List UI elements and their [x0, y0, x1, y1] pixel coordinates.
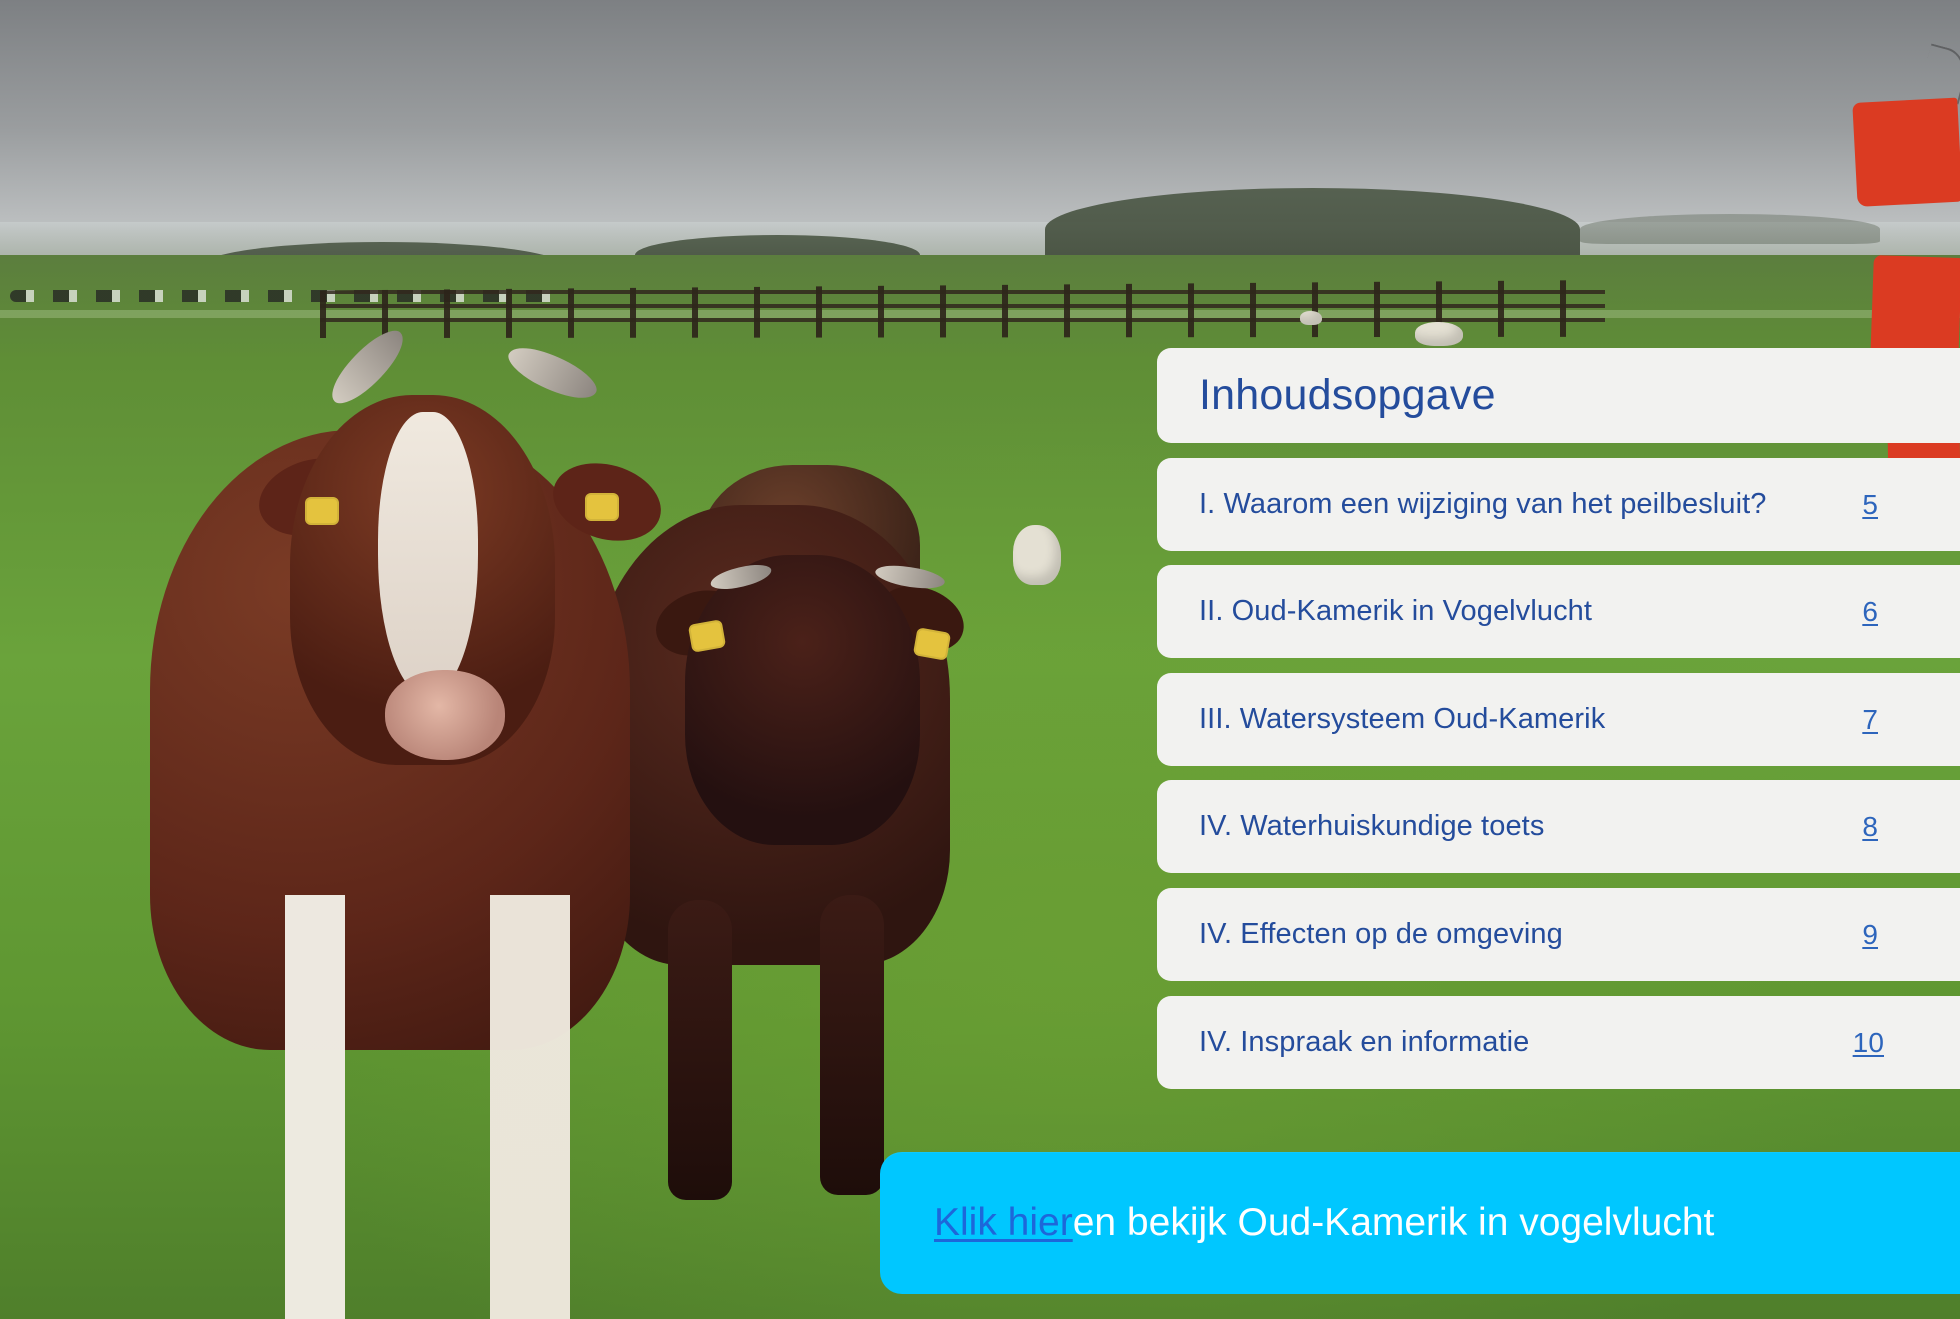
toc-item-label: I. Waarom een wijziging van het peilbesl…: [1199, 488, 1767, 520]
ear-tag: [585, 493, 619, 521]
toc-page-link[interactable]: 8: [1862, 811, 1878, 843]
spotted-cow-face-blaze: [378, 412, 478, 697]
toc-item-label: IV. Effecten op de omgeving: [1199, 918, 1563, 950]
toc-item-label: III. Watersysteem Oud-Kamerik: [1199, 703, 1606, 735]
document-page: Inhoudsopgave I. Waarom een wijziging va…: [0, 0, 1960, 1319]
vogelvlucht-banner: Klik hier en bekijk Oud-Kamerik in vogel…: [880, 1152, 1960, 1294]
toc-page-link[interactable]: 9: [1862, 919, 1878, 951]
toc-title-card: Inhoudsopgave: [1157, 348, 1960, 443]
toc-item-label: IV. Waterhuiskundige toets: [1199, 810, 1545, 842]
ear-tag: [912, 627, 952, 661]
toc-item-label: II. Oud-Kamerik in Vogelvlucht: [1199, 595, 1593, 627]
toc-title: Inhoudsopgave: [1199, 371, 1496, 419]
red-brush-stroke: [1852, 97, 1960, 207]
sheep: [1415, 322, 1463, 346]
table-of-contents: Inhoudsopgave I. Waarom een wijziging va…: [1157, 348, 1960, 1096]
toc-item-label: IV. Inspraak en informatie: [1199, 1026, 1530, 1058]
toc-item: IV. Effecten op de omgeving 9: [1157, 888, 1960, 981]
dark-cow-leg: [820, 895, 884, 1195]
sheep: [1300, 311, 1322, 325]
toc-page-link[interactable]: 10: [1853, 1027, 1884, 1059]
ear-tag: [687, 619, 727, 653]
toc-page-link[interactable]: 6: [1862, 596, 1878, 628]
toc-page-link[interactable]: 5: [1862, 489, 1878, 521]
tree-line: [1580, 214, 1880, 244]
toc-item: IV. Waterhuiskundige toets 8: [1157, 780, 1960, 873]
banner-text: en bekijk Oud-Kamerik in vogelvlucht: [1072, 1201, 1715, 1244]
dark-cow-head: [685, 555, 920, 845]
spotted-cow-legs: [250, 895, 610, 1319]
ear-tag: [305, 497, 339, 525]
toc-item: IV. Inspraak en informatie 10: [1157, 996, 1960, 1089]
sheep: [1013, 525, 1061, 585]
toc-item: II. Oud-Kamerik in Vogelvlucht 6: [1157, 565, 1960, 658]
toc-item: III. Watersysteem Oud-Kamerik 7: [1157, 673, 1960, 766]
dark-cow-leg: [668, 900, 732, 1200]
spotted-cow-nose: [385, 670, 505, 760]
toc-page-link[interactable]: 7: [1862, 704, 1878, 736]
toc-item: I. Waarom een wijziging van het peilbesl…: [1157, 458, 1960, 551]
klik-hier-link[interactable]: Klik hier: [934, 1201, 1073, 1245]
